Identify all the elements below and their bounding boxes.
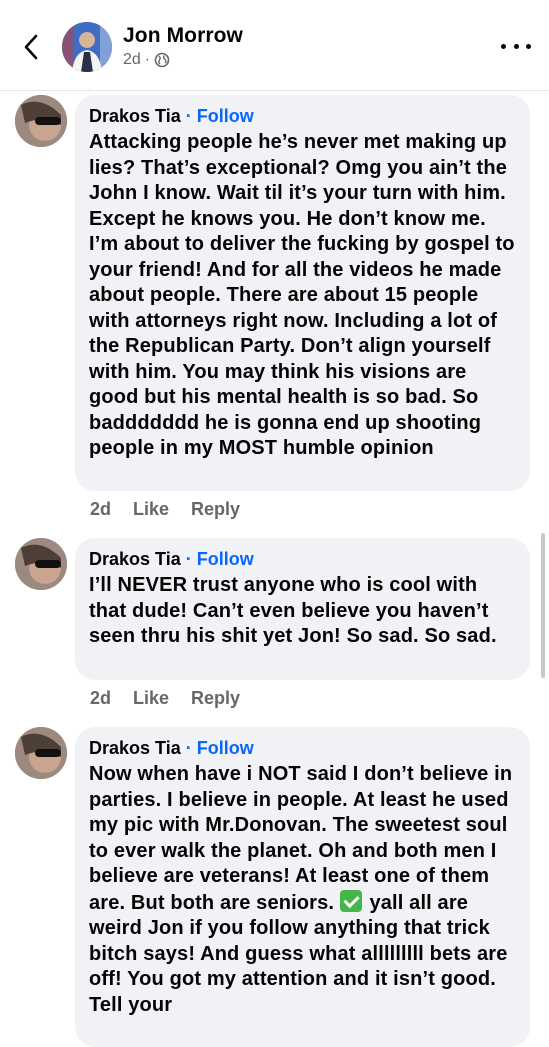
more-options-button[interactable] [501,36,531,56]
comment-text: I’ll NEVER trust anyone who is cool with… [89,574,497,647]
reply-button[interactable]: Reply [191,499,240,520]
name-separator: · [185,549,192,569]
author-avatar[interactable] [62,22,112,72]
reply-button[interactable]: Reply [191,688,240,709]
comment-actions: 2d Like Reply [90,499,240,520]
post-age: 2d [123,51,141,68]
comment-bubble: Drakos Tia · Follow Attacking people he’… [75,95,530,491]
comment-age: 2d [90,499,112,519]
dot [501,43,506,49]
post-meta: 2d · [123,51,170,69]
meta-separator: · [144,51,151,68]
follow-button[interactable]: Follow [197,549,254,569]
comment-bubble: Drakos Tia · Follow I’ll NEVER trust any… [75,538,530,680]
chevron-left-icon [24,34,38,60]
commenter-name[interactable]: Drakos Tia [89,106,181,126]
author-name[interactable]: Jon Morrow [123,24,243,48]
globe-icon [154,52,170,68]
check-mark-icon [339,889,362,912]
commenter-name[interactable]: Drakos Tia [89,738,181,758]
scrollbar[interactable] [541,533,545,678]
comment-actions: 2d Like Reply [90,688,240,709]
comment-text: Attacking people he’s never met making u… [89,131,515,459]
commenter-avatar[interactable] [15,95,67,147]
follow-button[interactable]: Follow [197,738,254,758]
comment-text: Now when have i NOT said I don’t believe… [89,762,516,1018]
commenter-avatar[interactable] [15,727,67,779]
back-button[interactable] [14,30,48,64]
comment-bubble: Drakos Tia · Follow Now when have i NOT … [75,727,530,1047]
like-button[interactable]: Like [133,499,169,520]
commenter-name[interactable]: Drakos Tia [89,549,181,569]
commenter-avatar[interactable] [15,538,67,590]
name-separator: · [185,738,192,758]
post-header: Jon Morrow 2d · [0,0,549,91]
dot [526,43,531,49]
comment-age: 2d [90,688,112,708]
dot [513,43,519,49]
name-separator: · [185,106,192,126]
follow-button[interactable]: Follow [197,106,254,126]
like-button[interactable]: Like [133,688,169,709]
